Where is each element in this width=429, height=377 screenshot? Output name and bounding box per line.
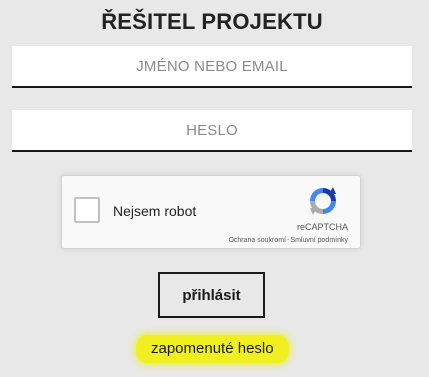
recaptcha-checkbox[interactable]: [74, 197, 100, 223]
recaptcha-footer: Ochrana soukromí-Smluvní podmínky: [228, 237, 348, 244]
login-button[interactable]: přihlásit: [158, 272, 265, 318]
password-field[interactable]: [12, 110, 412, 152]
recaptcha-label: Nejsem robot: [113, 203, 197, 219]
recaptcha-logo-icon: [310, 187, 336, 215]
recaptcha-brand-label: reCAPTCHA: [296, 222, 348, 232]
page-title: ŘEŠITEL PROJEKTU: [101, 9, 323, 34]
forgot-password-link[interactable]: zapomenuté heslo: [136, 335, 289, 363]
username-email-field[interactable]: [12, 46, 412, 88]
recaptcha-terms-link[interactable]: Smluvní podmínky: [290, 237, 348, 244]
recaptcha-privacy-link[interactable]: Ochrana soukromí: [228, 237, 286, 244]
recaptcha-widget: Nejsem robot reCAPTCHA Ochrana soukromí-…: [61, 175, 361, 249]
